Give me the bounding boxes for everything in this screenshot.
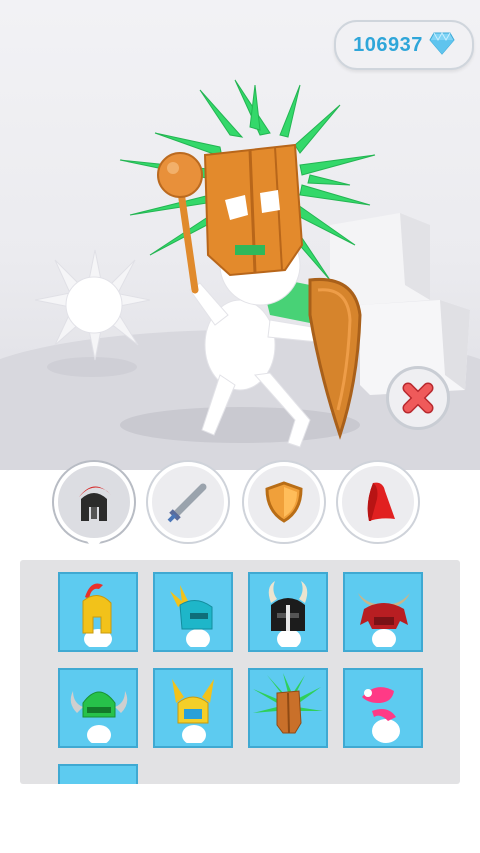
pink-hat-icon (362, 687, 400, 743)
item-locked-item[interactable] (58, 764, 138, 784)
currency-amount: 106937 (353, 33, 423, 56)
item-samurai-helmet[interactable] (343, 572, 423, 652)
player-character (119, 79, 376, 448)
horned-black-helmet-icon (268, 581, 308, 647)
tab-shields[interactable] (244, 462, 324, 542)
item-horned-black-helmet[interactable] (248, 572, 328, 652)
item-gold-spartan-helmet[interactable] (58, 572, 138, 652)
item-green-viking-helmet[interactable] (58, 668, 138, 748)
shield-icon (265, 481, 303, 523)
gold-spartan-helmet-icon (82, 583, 112, 647)
item-winged-helmet[interactable] (153, 572, 233, 652)
tab-helmets[interactable] (54, 462, 134, 550)
item-valkyrie-helmet[interactable] (153, 668, 233, 748)
cape-icon (367, 482, 395, 521)
diamond-icon (429, 31, 455, 60)
close-x-icon (402, 382, 434, 414)
item-panel (14, 554, 466, 790)
samurai-helmet-icon (358, 593, 410, 647)
spartan-helmet-icon (79, 486, 111, 521)
item-pink-hat[interactable] (343, 668, 423, 748)
sword-icon (167, 483, 207, 523)
tab-weapons[interactable] (148, 462, 228, 542)
tiki-mask-icon (253, 673, 323, 734)
green-viking-helmet-icon (70, 691, 128, 743)
category-tabs (0, 462, 480, 550)
item-grid (20, 560, 460, 784)
bottom-area (0, 790, 480, 853)
winged-helmet-icon (170, 585, 213, 647)
item-tiki-mask[interactable] (248, 668, 328, 748)
valkyrie-helmet-icon (172, 679, 214, 743)
tab-capes[interactable] (338, 462, 418, 542)
currency-counter: 106937 (334, 20, 474, 70)
close-button[interactable] (386, 366, 450, 430)
